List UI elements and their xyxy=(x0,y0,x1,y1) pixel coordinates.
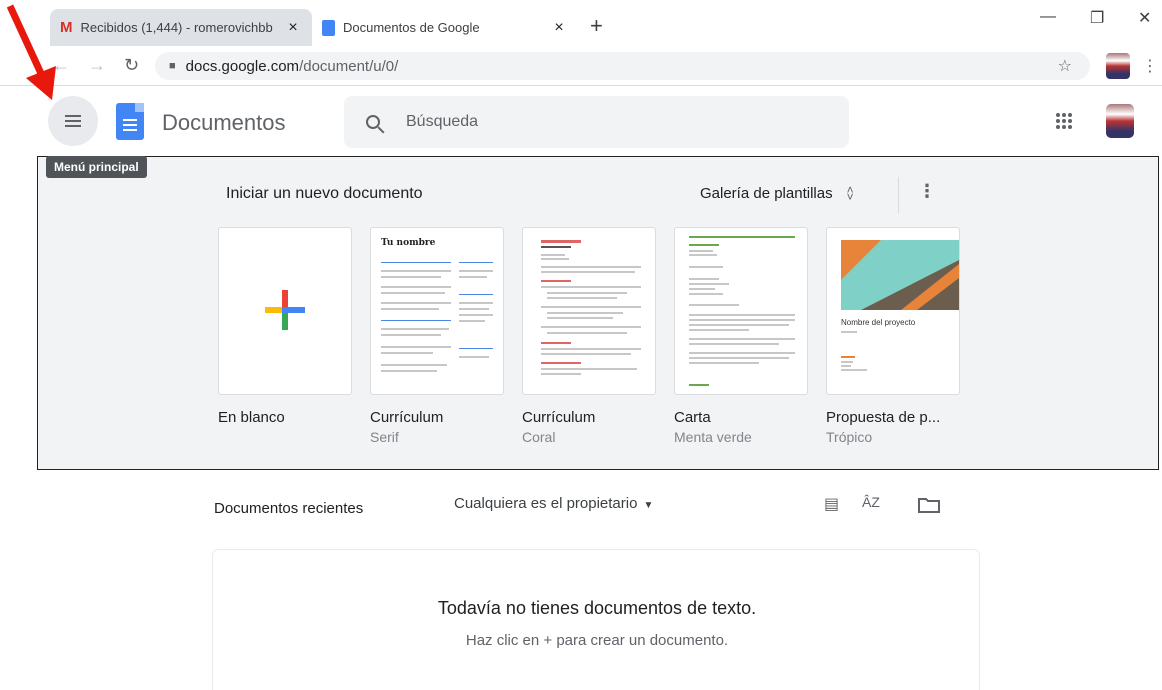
new-tab-button[interactable]: + xyxy=(590,13,603,39)
template-gallery: Iniciar un nuevo documento Galería de pl… xyxy=(37,156,1159,470)
template-thumbnail[interactable] xyxy=(674,227,808,395)
template-subtitle: Coral xyxy=(522,429,556,445)
template-name: En blanco xyxy=(218,409,285,426)
template-card-letter-mint[interactable]: Carta Menta verde xyxy=(674,227,808,445)
template-name: Carta xyxy=(674,409,711,426)
template-preview-heading: Tu nombre xyxy=(381,238,436,248)
empty-state-hint: Haz clic en + para crear un documento. xyxy=(465,632,729,649)
app-title[interactable]: Documentos xyxy=(162,110,286,136)
minimize-icon[interactable]: — xyxy=(1040,8,1056,26)
template-thumbnail[interactable] xyxy=(522,227,656,395)
template-card-resume-coral[interactable]: Currículum Coral xyxy=(522,227,656,445)
dropdown-arrow-icon: ▼ xyxy=(643,500,654,511)
docs-logo-icon[interactable] xyxy=(116,103,144,140)
docs-header: Documentos Búsqueda xyxy=(0,86,1162,156)
search-icon xyxy=(366,115,380,129)
template-name: Propuesta de p... xyxy=(826,409,941,426)
close-icon[interactable]: × xyxy=(550,19,568,37)
gallery-title: Iniciar un nuevo documento xyxy=(226,185,423,202)
template-name: Currículum xyxy=(370,409,444,426)
sort-az-icon[interactable]: ÂZ xyxy=(862,494,880,510)
tab-title: Documentos de Google xyxy=(343,20,480,35)
template-subtitle: Trópico xyxy=(826,429,873,445)
expand-collapse-icon: ˄ ˅ xyxy=(846,182,854,204)
main-menu-button[interactable] xyxy=(48,96,98,146)
proposal-cover-art xyxy=(841,240,959,310)
docs-icon xyxy=(322,19,335,36)
template-gallery-label: Galería de plantillas xyxy=(700,185,833,202)
bookmark-star-icon[interactable]: ☆ xyxy=(1058,56,1072,76)
browser-profile-avatar[interactable] xyxy=(1106,53,1130,79)
template-subtitle: Menta verde xyxy=(674,429,752,445)
template-card-blank[interactable]: En blanco xyxy=(218,227,352,426)
window-close-icon[interactable]: ✕ xyxy=(1138,8,1151,28)
hamburger-icon xyxy=(65,112,81,130)
owner-filter-label: Cualquiera es el propietario xyxy=(454,495,638,512)
lock-icon: ■ xyxy=(169,60,176,72)
tab-gmail[interactable]: M Recibidos (1,444) - romerovichbb × xyxy=(50,9,312,46)
url-path: /document/u/0/ xyxy=(299,57,399,75)
reload-icon[interactable]: ↻ xyxy=(124,55,139,76)
folder-icon[interactable] xyxy=(918,497,940,513)
template-name: Currículum xyxy=(522,409,596,426)
owner-filter-dropdown[interactable]: Cualquiera es el propietario ▼ xyxy=(454,495,653,512)
plus-icon xyxy=(265,290,305,330)
tab-title: Recibidos (1,444) - romerovichbb xyxy=(80,20,273,35)
search-input[interactable]: Búsqueda xyxy=(344,96,849,148)
template-thumbnail[interactable] xyxy=(218,227,352,395)
template-preview-heading: Nombre del proyecto xyxy=(841,318,916,327)
empty-state-panel: Todavía no tienes documentos de texto. H… xyxy=(212,549,980,690)
apps-grid-icon[interactable] xyxy=(1056,113,1072,129)
restore-icon[interactable]: ❐ xyxy=(1090,8,1104,28)
template-card-resume-serif[interactable]: Tu nombre Currículum Serif xyxy=(370,227,504,445)
template-thumbnail[interactable]: Nombre del proyecto xyxy=(826,227,960,395)
address-bar[interactable]: ■ docs.google.com/document/u/0/ ☆ xyxy=(155,52,1090,80)
url-host: docs.google.com xyxy=(185,57,300,75)
divider xyxy=(898,177,899,213)
empty-state-title: Todavía no tienes documentos de texto. xyxy=(437,598,757,618)
annotation-arrow xyxy=(6,4,56,100)
browser-menu-icon[interactable]: ⋮ xyxy=(1142,56,1158,76)
account-avatar[interactable] xyxy=(1106,104,1134,138)
browser-toolbar: ← → ↻ ■ docs.google.com/document/u/0/ ☆ … xyxy=(0,46,1162,86)
template-subtitle: Serif xyxy=(370,429,399,445)
recent-docs-title: Documentos recientes xyxy=(214,500,364,517)
search-placeholder: Búsqueda xyxy=(406,113,479,130)
browser-tab-strip: M Recibidos (1,444) - romerovichbb × Doc… xyxy=(0,0,1162,46)
tab-docs[interactable]: Documentos de Google × xyxy=(312,9,578,46)
main-menu-tooltip: Menú principal xyxy=(46,156,147,178)
close-icon[interactable]: × xyxy=(284,19,302,37)
forward-icon[interactable]: → xyxy=(88,55,106,76)
template-card-proposal-tropic[interactable]: Nombre del proyecto Propuesta de p... Tr… xyxy=(826,227,960,445)
template-thumbnail[interactable]: Tu nombre xyxy=(370,227,504,395)
template-gallery-toggle[interactable]: Galería de plantillas ˄ ˅ xyxy=(700,182,854,204)
gallery-more-icon[interactable]: ⋮ xyxy=(918,181,936,202)
list-view-icon[interactable]: ▤ xyxy=(824,494,839,514)
